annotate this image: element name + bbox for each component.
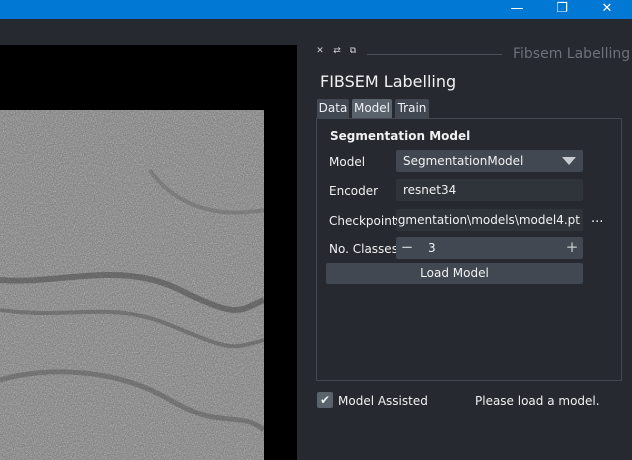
- model-select-value: SegmentationModel: [403, 154, 524, 168]
- classes-spinbox[interactable]: − 3 +: [396, 237, 583, 259]
- minimize-icon[interactable]: —: [494, 0, 540, 19]
- dock-title: Fibsem Labelling: [513, 46, 631, 62]
- decrement-button[interactable]: −: [398, 237, 416, 259]
- dock-title-divider: [367, 54, 502, 55]
- encoder-input[interactable]: resnet34: [396, 179, 583, 201]
- chevron-down-icon: [562, 157, 576, 165]
- classes-value: 3: [428, 241, 436, 255]
- classes-label: No. Classes: [329, 242, 398, 256]
- status-message: Please load a model.: [475, 394, 600, 408]
- float-icon[interactable]: ⇄: [331, 46, 343, 56]
- model-assisted-checkbox[interactable]: ✔: [317, 392, 333, 408]
- model-assisted-label: Model Assisted: [338, 394, 428, 408]
- detach-icon[interactable]: ⧉: [347, 46, 359, 56]
- fibsem-image[interactable]: [0, 110, 264, 460]
- tab-model[interactable]: Model: [352, 99, 392, 118]
- close-icon[interactable]: ✕: [314, 46, 326, 56]
- panel-title: FIBSEM Labelling: [320, 72, 457, 91]
- load-model-button[interactable]: Load Model: [326, 263, 583, 284]
- plugin-dock: ✕ ⇄ ⧉ Fibsem Labelling FIBSEM Labelling …: [297, 19, 632, 460]
- maximize-icon[interactable]: ❐: [539, 0, 585, 19]
- close-icon[interactable]: ✕: [584, 0, 630, 19]
- model-select[interactable]: SegmentationModel: [396, 150, 583, 172]
- image-canvas[interactable]: [0, 19, 297, 460]
- encoder-label: Encoder: [329, 184, 379, 198]
- window-titlebar: — ❐ ✕: [0, 0, 632, 19]
- checkpoint-input[interactable]: osem\segmentation\models\model4.pt: [396, 209, 583, 231]
- encoder-value: resnet34: [403, 183, 457, 197]
- model-label: Model: [329, 155, 366, 169]
- tab-data[interactable]: Data: [317, 99, 349, 118]
- checkpoint-label: Checkpoint: [329, 214, 397, 228]
- increment-button[interactable]: +: [563, 237, 581, 259]
- checkpoint-value: osem\segmentation\models\model4.pt: [396, 213, 580, 227]
- browse-button[interactable]: ...: [591, 211, 603, 226]
- canvas-toolbar: [0, 19, 297, 45]
- tab-train[interactable]: Train: [395, 99, 429, 118]
- group-title: Segmentation Model: [330, 129, 471, 143]
